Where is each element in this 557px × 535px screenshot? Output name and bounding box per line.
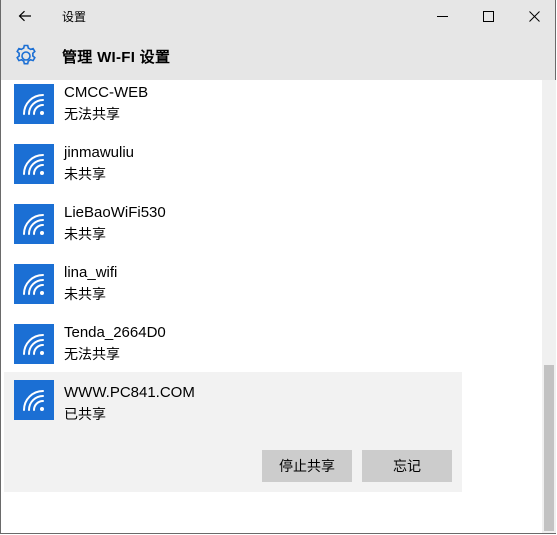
maximize-icon [482, 10, 494, 22]
network-ssid: Tenda_2664D0 [64, 324, 166, 341]
network-item-selected[interactable]: WWW.PC841.COM 已共享 停止共享 忘记 [4, 372, 462, 492]
network-ssid: CMCC-WEB [64, 84, 149, 101]
close-icon [528, 10, 540, 22]
gear-icon [16, 44, 36, 65]
forget-button[interactable]: 忘记 [362, 450, 452, 482]
wifi-icon [14, 264, 54, 304]
network-status: 未共享 [64, 226, 106, 242]
window-title: 设置 [62, 10, 87, 24]
wifi-icon [14, 324, 54, 364]
close-button[interactable] [511, 0, 557, 32]
page-header: 管理 WI-FI 设置 [1, 32, 555, 80]
network-status: 无法共享 [64, 106, 120, 122]
back-button[interactable] [11, 4, 39, 28]
network-item[interactable]: Tenda_2664D0 无法共享 [4, 320, 462, 380]
title-bar: 设置 [1, 0, 555, 32]
page-title: 管理 WI-FI 设置 [62, 49, 171, 66]
stop-sharing-button[interactable]: 停止共享 [262, 450, 352, 482]
scrollbar[interactable] [542, 80, 556, 533]
network-status: 无法共享 [64, 346, 120, 362]
network-status: 未共享 [64, 286, 106, 302]
wifi-icon [14, 84, 54, 124]
wifi-icon [14, 144, 54, 184]
network-status: 未共享 [64, 166, 106, 182]
network-item[interactable]: CMCC-WEB 无法共享 [4, 80, 462, 140]
network-item[interactable]: lina_wifi 未共享 [4, 260, 462, 320]
settings-window: 设置 管理 WI-FI 设置 CMCC-WEB 无法共享 jinmawuliu … [0, 0, 556, 534]
network-ssid: jinmawuliu [64, 144, 135, 161]
maximize-button[interactable] [465, 0, 511, 32]
minimize-icon [436, 15, 448, 17]
back-arrow-icon [18, 10, 31, 22]
wifi-icon [14, 204, 54, 244]
network-item[interactable]: LieBaoWiFi530 未共享 [4, 200, 462, 260]
network-status: 已共享 [64, 406, 106, 422]
network-ssid: lina_wifi [64, 264, 118, 281]
network-item[interactable]: jinmawuliu 未共享 [4, 140, 462, 200]
scrollbar-thumb[interactable] [544, 365, 554, 531]
network-ssid: LieBaoWiFi530 [64, 204, 166, 221]
wifi-icon [14, 380, 54, 420]
network-ssid: WWW.PC841.COM [64, 384, 195, 401]
wifi-network-list: CMCC-WEB 无法共享 jinmawuliu 未共享 LieBaoWiFi5… [1, 80, 541, 535]
minimize-button[interactable] [419, 0, 465, 32]
